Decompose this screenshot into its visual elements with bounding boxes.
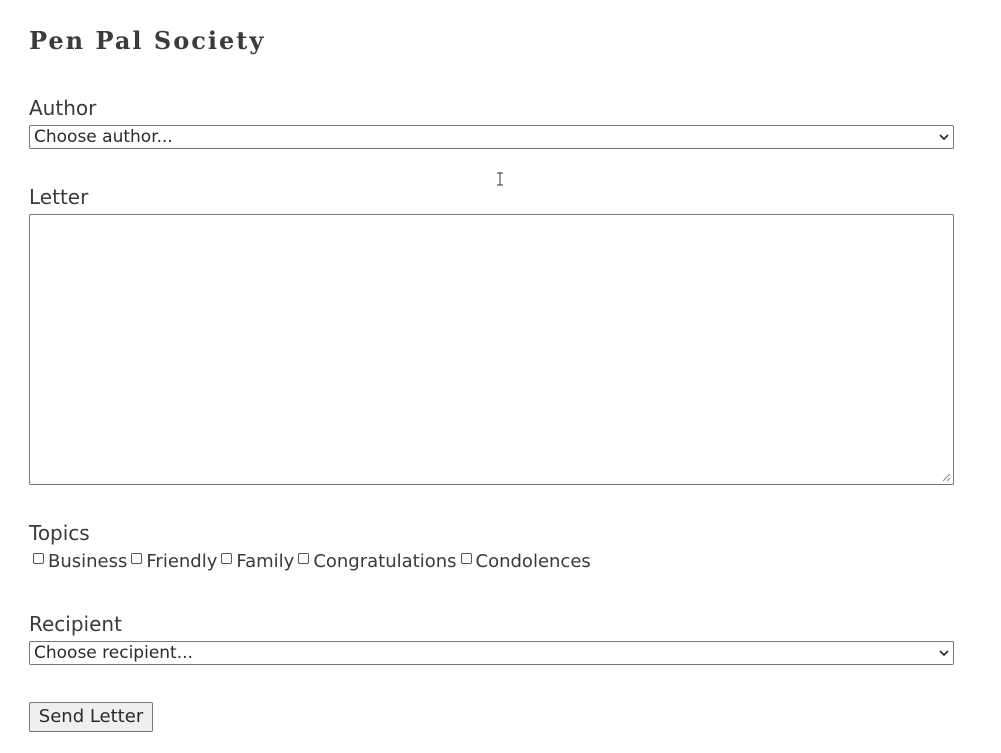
author-select-value: Choose author...: [34, 127, 173, 147]
topics-label: Topics: [29, 521, 90, 545]
topic-congratulations[interactable]: Congratulations: [298, 551, 460, 572]
topic-congratulations-label: Congratulations: [313, 551, 457, 572]
recipient-select[interactable]: Choose recipient...: [29, 641, 954, 665]
recipient-label: Recipient: [29, 612, 122, 636]
letter-textarea[interactable]: [29, 214, 954, 485]
topic-business[interactable]: Business: [33, 551, 131, 572]
topic-business-checkbox[interactable]: [33, 553, 44, 564]
letter-label: Letter: [29, 185, 89, 209]
topic-condolences-label: Condolences: [475, 551, 591, 572]
topic-business-label: Business: [48, 551, 128, 572]
author-label: Author: [29, 96, 97, 120]
topic-condolences-checkbox[interactable]: [460, 553, 472, 564]
topic-condolences[interactable]: Condolences: [460, 551, 595, 572]
topic-family-checkbox[interactable]: [221, 553, 233, 564]
topic-family-label: Family: [236, 551, 295, 572]
text-cursor-icon: [497, 172, 503, 186]
recipient-select-value: Choose recipient...: [34, 643, 193, 663]
send-letter-button[interactable]: Send Letter: [29, 702, 153, 732]
chevron-down-icon: [939, 134, 949, 141]
topics-checkbox-group: Business Friendly Family Congratulations…: [33, 551, 595, 572]
topic-congratulations-checkbox[interactable]: [298, 553, 310, 564]
topic-family[interactable]: Family: [221, 551, 298, 572]
topic-friendly[interactable]: Friendly: [131, 551, 221, 572]
topic-friendly-label: Friendly: [146, 551, 218, 572]
page-title: Pen Pal Society: [29, 26, 266, 55]
author-select[interactable]: Choose author...: [29, 125, 954, 149]
chevron-down-icon: [939, 650, 949, 657]
topic-friendly-checkbox[interactable]: [131, 553, 143, 564]
resize-grip-icon[interactable]: [942, 473, 951, 482]
pen-pal-form-page: Pen Pal Society Author Choose author... …: [0, 0, 1001, 753]
